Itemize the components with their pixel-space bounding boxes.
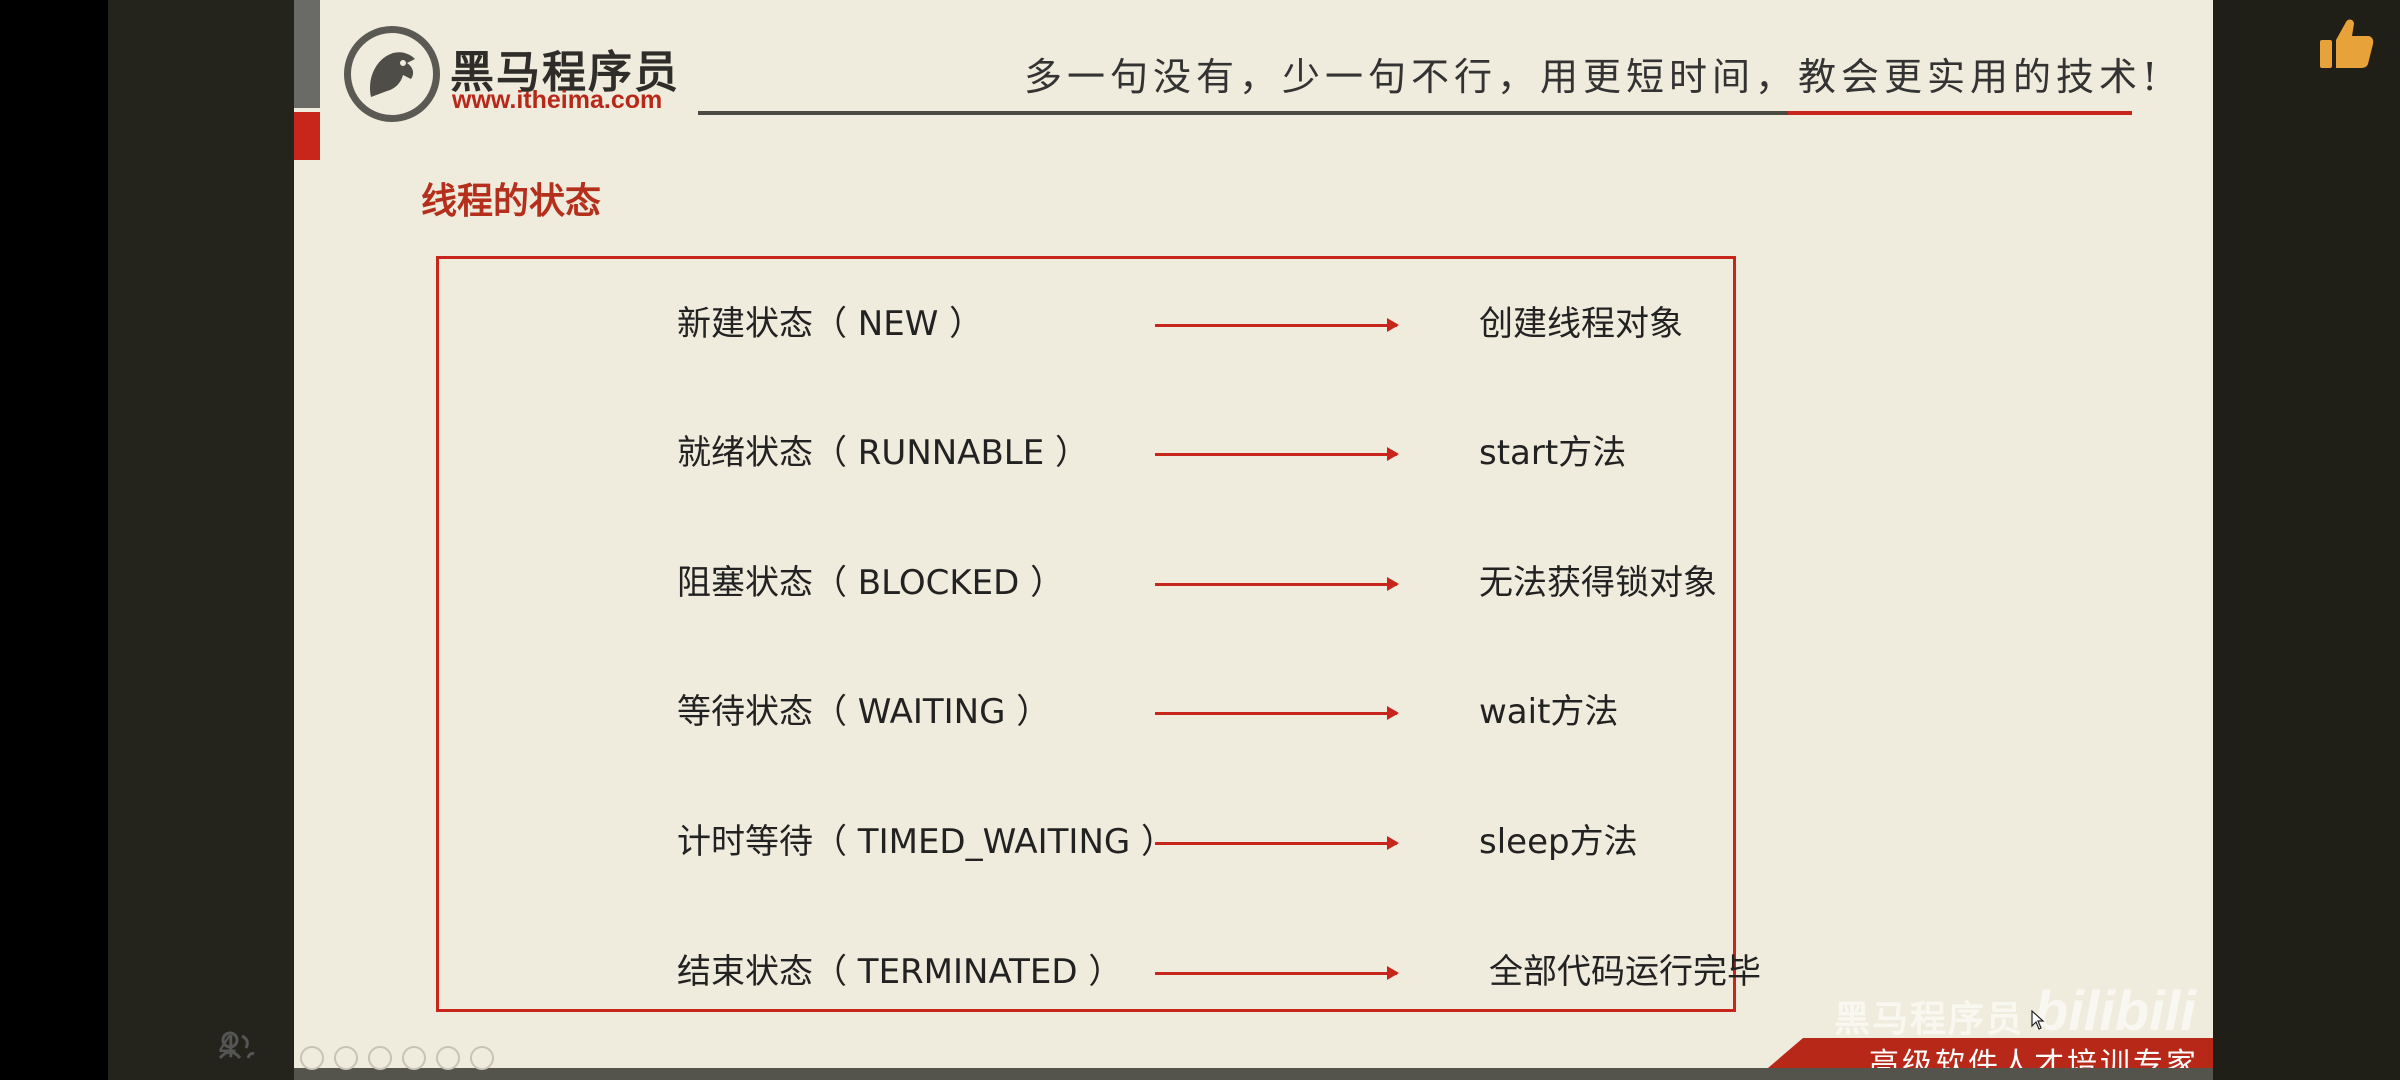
arrow-icon [1155,706,1399,720]
state-row: 等待状态（ WAITING ） wait方法 [439,684,1733,744]
horse-logo-icon [344,26,440,122]
state-name: 新建状态（ NEW ） [677,304,984,344]
header-side-bar [294,0,320,108]
more-options-icon[interactable] [470,1046,494,1070]
slide-controls [300,1046,494,1070]
footer-tagline: 高级软件人才培训专家 [1869,1047,2199,1068]
state-name: 就绪状态（ RUNNABLE ） [677,433,1090,473]
slides-overview-icon[interactable] [402,1046,426,1070]
state-name: 结束状态（ TERMINATED ） [677,952,1123,992]
brand-url: www.itheima.com [452,86,663,114]
header-divider [698,111,1788,115]
presentation-slide: 黑马程序员 www.itheima.com 多一句没有，少一句不行，用更短时间，… [294,0,2213,1068]
slide-bottom-strip [294,1068,2213,1080]
state-description: wait方法 [1479,692,1619,732]
state-description: sleep方法 [1479,822,1638,862]
watermark-text: 黑马程序员 [1834,999,2025,1040]
state-row: 结束状态（ TERMINATED ） 全部代码运行完毕 [439,944,1761,1004]
state-row: 计时等待（ TIMED_WAITING ） sleep方法 [439,814,1733,874]
pen-icon[interactable] [368,1046,392,1070]
state-description: 创建线程对象 [1479,304,1683,344]
state-row: 阻塞状态（ BLOCKED ） 无法获得锁对象 [439,555,1733,615]
slogan: 多一句没有，少一句不行，用更短时间，教会更实用的技术! [1024,55,2163,99]
left-letterbox [0,0,108,1080]
arrow-icon [1155,966,1399,980]
next-slide-icon[interactable] [334,1046,358,1070]
header-divider-accent [1788,111,2132,115]
zoom-icon[interactable] [436,1046,460,1070]
previous-slide-icon[interactable] [300,1046,324,1070]
slide-counter: 4 [218,1030,238,1065]
state-row: 新建状态（ NEW ） 创建线程对象 [439,296,1733,356]
state-row: 就绪状态（ RUNNABLE ） start方法 [439,425,1733,485]
arrow-icon [1155,577,1399,591]
state-description: 全部代码运行完毕 [1489,952,1761,992]
left-panel [108,0,294,1080]
thumbs-up-icon[interactable] [2316,14,2376,74]
state-description: 无法获得锁对象 [1479,563,1717,603]
section-title: 线程的状态 [421,181,602,222]
arrow-icon [1155,318,1399,332]
state-description: start方法 [1479,433,1627,473]
mouse-cursor-icon [2031,1010,2045,1030]
arrow-icon [1155,447,1399,461]
state-name: 阻塞状态（ BLOCKED ） [677,563,1065,603]
thread-states-box: 新建状态（ NEW ） 创建线程对象 就绪状态（ RUNNABLE ） star… [436,256,1761,1012]
state-name: 计时等待（ TIMED_WAITING ） [677,822,1176,862]
header-side-accent [294,112,320,160]
bilibili-watermark: bilibili [2034,979,2196,1042]
right-panel [2213,0,2400,1080]
arrow-icon [1155,836,1399,850]
state-name: 等待状态（ WAITING ） [677,692,1051,732]
